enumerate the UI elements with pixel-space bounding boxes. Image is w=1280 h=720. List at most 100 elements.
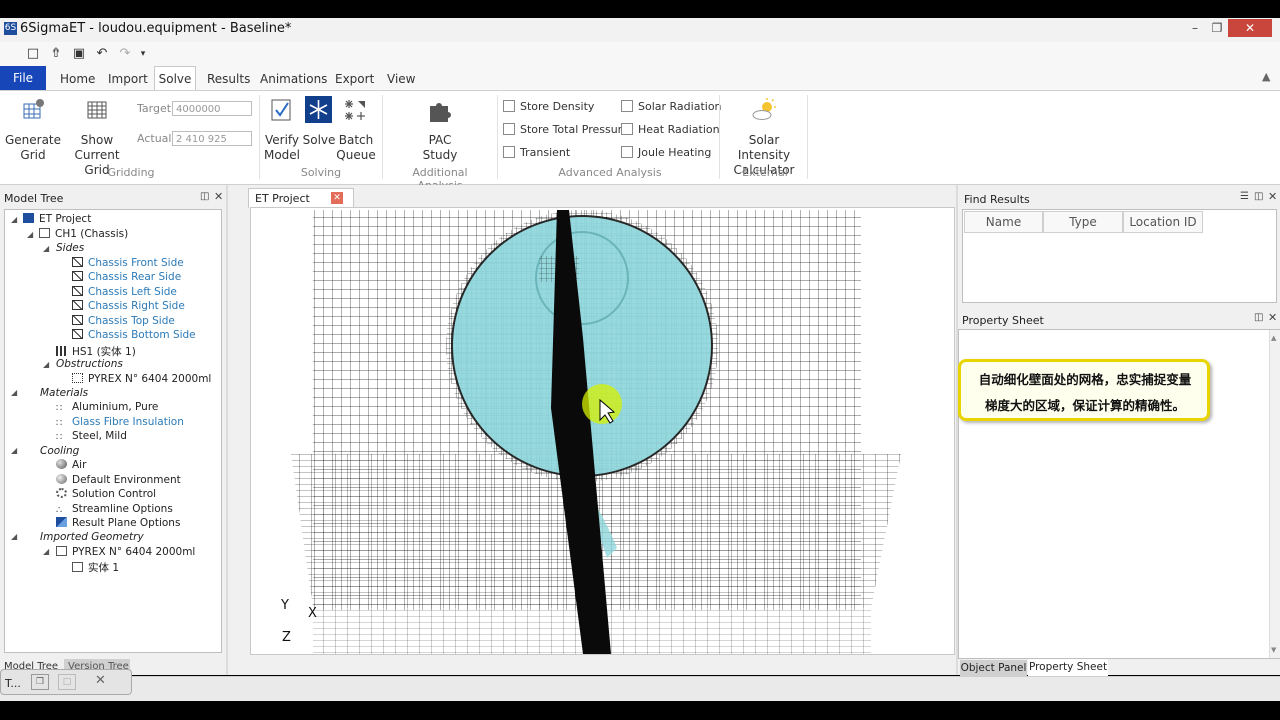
save-icon[interactable]: ▣ (70, 45, 88, 63)
tree-item-solid-1[interactable]: 实体 1 (72, 560, 119, 575)
tree-item-chassis-right-side[interactable]: Chassis Right Side (72, 300, 185, 312)
tab-object-panel[interactable]: Object Panel (960, 660, 1027, 676)
expand-icon[interactable]: ◢ (11, 215, 17, 224)
tree-item-default-environment[interactable]: Default Environment (56, 474, 181, 486)
tab-view[interactable]: View (387, 68, 415, 90)
tree-category-imported-geometry[interactable]: Imported Geometry (40, 531, 144, 543)
tree-category-obstructions[interactable]: Obstructions (56, 358, 123, 370)
tree-item-chassis-front-side[interactable]: Chassis Front Side (72, 257, 184, 269)
new-file-icon[interactable]: □ (24, 45, 42, 63)
expand-icon[interactable]: ◢ (43, 547, 49, 556)
undo-icon[interactable]: ↶ (93, 45, 111, 63)
restore-icon[interactable]: ❐ (31, 674, 49, 690)
customize-toolbar-icon[interactable]: ▾ (134, 45, 152, 63)
close-icon[interactable]: ✕ (95, 673, 106, 688)
tree-item-chassis-top-side[interactable]: Chassis Top Side (72, 315, 175, 327)
expand-icon[interactable]: ◢ (43, 244, 49, 253)
tab-animations[interactable]: Animations (260, 68, 327, 90)
close-icon[interactable]: ✕ (1268, 311, 1277, 324)
solve-label[interactable]: Solve (300, 133, 338, 148)
expand-icon[interactable]: ◢ (43, 360, 49, 369)
menu-icon[interactable]: ☰ (1240, 191, 1249, 202)
verify-model-label[interactable]: Verify Model (262, 133, 302, 163)
tree-item-glass-fibre[interactable]: ∷ Glass Fibre Insulation (56, 416, 184, 429)
floating-panel[interactable]: T... ❐ □ ✕ (0, 669, 132, 695)
verify-model-button[interactable] (269, 97, 295, 123)
tree-item-label: Chassis Rear Side (88, 271, 182, 283)
pac-study-label[interactable]: PAC Study (416, 133, 464, 163)
tab-solve[interactable]: Solve (154, 66, 196, 90)
target-input[interactable]: 4000000 (172, 101, 252, 116)
open-file-icon[interactable]: ⇮ (47, 45, 65, 63)
batch-queue-button[interactable] (342, 97, 368, 123)
tree-item-streamline-options[interactable]: ∴ Streamline Options (56, 503, 173, 516)
ribbon-collapse-icon[interactable]: ▲ (1262, 70, 1270, 83)
expand-icon[interactable]: ◢ (27, 230, 33, 239)
maximize-icon[interactable]: □ (58, 674, 76, 690)
pin-icon[interactable]: ◫ (200, 191, 209, 202)
tree-item-air[interactable]: Air (56, 459, 86, 471)
close-icon[interactable]: ✕ (214, 190, 223, 203)
callout-line-1: 自动细化壁面处的网格，忠实捕捉变量 (978, 372, 1192, 387)
joule-heating-checkbox[interactable] (621, 146, 633, 158)
transient-checkbox[interactable] (503, 146, 515, 158)
solve-button[interactable] (305, 96, 332, 123)
tree-item-pyrex-obstruction[interactable]: PYREX N° 6404 2000ml (72, 373, 211, 385)
expand-icon[interactable]: ◢ (11, 388, 17, 397)
3d-viewport[interactable]: Y X Z (250, 207, 955, 655)
tree-item-pyrex-geometry[interactable]: PYREX N° 6404 2000ml (56, 546, 195, 558)
scroll-up-icon[interactable]: ▲ (1271, 334, 1276, 342)
tab-property-sheet[interactable]: Property Sheet (1028, 659, 1108, 676)
tree-item-result-plane-options[interactable]: Result Plane Options (56, 517, 180, 529)
close-window-icon[interactable]: ✕ (1228, 19, 1272, 37)
scroll-down-icon[interactable]: ▼ (1271, 646, 1276, 654)
solar-intensity-calculator-button[interactable] (750, 96, 778, 124)
tree-item-steel-mild[interactable]: ∷ Steel, Mild (56, 430, 127, 443)
show-current-grid-button[interactable] (86, 100, 108, 120)
column-name[interactable]: Name (964, 211, 1043, 233)
solar-radiation-checkbox[interactable] (621, 100, 633, 112)
tree-item-chassis-left-side[interactable]: Chassis Left Side (72, 286, 177, 298)
pac-study-button[interactable] (426, 96, 454, 124)
close-icon[interactable]: ✕ (1268, 190, 1277, 203)
tab-results[interactable]: Results (207, 68, 250, 90)
store-total-pressure-checkbox[interactable] (503, 123, 515, 135)
store-density-label[interactable]: Store Density (520, 100, 594, 113)
scrollbar[interactable] (1269, 330, 1280, 658)
generate-grid-button[interactable] (18, 96, 48, 122)
tree-item-et-project[interactable]: ET Project (23, 213, 91, 225)
close-tab-icon[interactable]: ✕ (331, 192, 343, 204)
batch-queue-label[interactable]: Batch Queue (334, 133, 378, 163)
restore-icon[interactable]: ❐ (1206, 19, 1228, 37)
pin-icon[interactable]: ◫ (1254, 312, 1263, 323)
column-location-id[interactable]: Location ID (1123, 211, 1203, 233)
pin-icon[interactable]: ◫ (1254, 191, 1263, 202)
minimize-icon[interactable]: – (1184, 19, 1206, 37)
heat-radiation-checkbox[interactable] (621, 123, 633, 135)
tree-item-chassis-bottom-side[interactable]: Chassis Bottom Side (72, 329, 196, 341)
column-type[interactable]: Type (1043, 211, 1123, 233)
tab-export[interactable]: Export (335, 68, 374, 90)
redo-icon[interactable]: ↷ (116, 45, 134, 63)
expand-icon[interactable]: ◢ (11, 532, 17, 541)
solar-radiation-label[interactable]: Solar Radiation (638, 100, 722, 113)
joule-heating-label[interactable]: Joule Heating (638, 146, 711, 159)
tree-item-chassis-rear-side[interactable]: Chassis Rear Side (72, 271, 181, 283)
heat-radiation-label[interactable]: Heat Radiation (638, 123, 720, 136)
tab-home[interactable]: Home (60, 68, 95, 90)
tree-item-hs1[interactable]: HS1 (实体 1) (56, 344, 136, 359)
tree-category-materials[interactable]: Materials (40, 387, 88, 399)
generate-grid-label[interactable]: Generate Grid (4, 133, 62, 163)
expand-icon[interactable]: ◢ (11, 446, 17, 455)
tab-et-project[interactable]: ET Project ✕ (248, 188, 354, 208)
tab-import[interactable]: Import (108, 68, 148, 90)
tab-file[interactable]: File (0, 66, 46, 90)
transient-label[interactable]: Transient (520, 146, 570, 159)
tree-category-cooling[interactable]: Cooling (40, 445, 79, 457)
tree-category-sides[interactable]: Sides (56, 242, 84, 254)
tree-item-ch1-chassis[interactable]: CH1 (Chassis) (39, 228, 128, 240)
store-density-checkbox[interactable] (503, 100, 515, 112)
tree-item-solution-control[interactable]: Solution Control (56, 488, 156, 500)
tree-item-aluminium[interactable]: ∷ Aluminium, Pure (56, 401, 158, 414)
store-total-pressure-label[interactable]: Store Total Pressure (520, 123, 629, 136)
